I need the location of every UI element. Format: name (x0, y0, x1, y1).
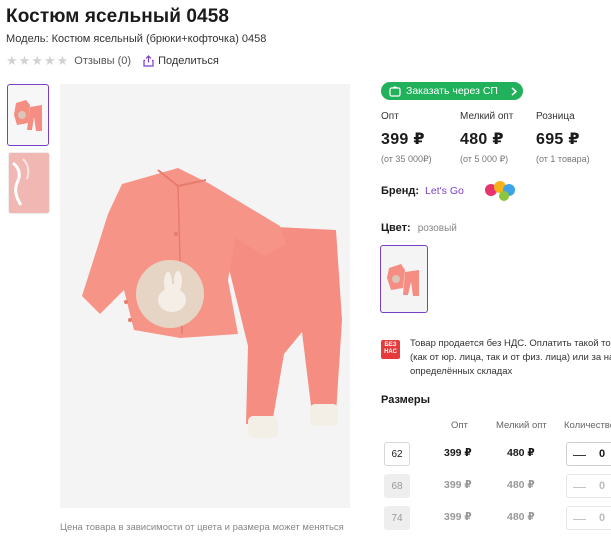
price-retail: Розница 695 ₽ (от 1 товара) (536, 111, 590, 164)
price-condition: (от 1 товара) (536, 154, 590, 164)
row-price-small-opt: 480 ₽ (507, 511, 535, 523)
quantity-value[interactable]: 0 (599, 512, 605, 524)
price-value: 399 ₽ (381, 131, 425, 148)
sizes-title: Размеры (381, 394, 431, 406)
quantity-value[interactable]: 0 (599, 480, 605, 492)
quantity-stepper[interactable]: — 0 (566, 442, 611, 466)
table-row: 62 399 ₽ 480 ₽ — 0 (384, 442, 611, 466)
color-value: розовый (417, 223, 457, 234)
size-button[interactable]: 62 (384, 442, 410, 466)
table-row: 74 399 ₽ 480 ₽ — 0 (384, 506, 611, 530)
quantity-value[interactable]: 0 (599, 448, 605, 460)
column-header-qty: Количество (564, 420, 611, 431)
color-label: Цвет: (381, 222, 411, 234)
price-small-wholesale: Мелкий опт 480 ₽ (от 5 000 ₽) (460, 111, 513, 165)
page-title: Костюм ясельный 0458 (6, 6, 230, 27)
minus-button[interactable]: — (573, 447, 595, 462)
cart-icon (389, 85, 401, 97)
share-button[interactable]: Поделиться (143, 55, 219, 67)
column-header-opt: Опт (451, 420, 468, 431)
row-price-small-opt: 480 ₽ (507, 479, 535, 491)
model-text: Модель: Костюм ясельный (брюки+кофточка)… (6, 33, 267, 45)
share-icon (143, 54, 154, 67)
star-icon: ★ (56, 53, 69, 68)
brand-label: Бренд: (381, 185, 420, 197)
row-price-opt: 399 ₽ (444, 511, 472, 523)
vat-notice: Товар продается без НДС. Оплатить такой … (410, 337, 611, 379)
vat-line: определённых складах (410, 366, 513, 377)
no-vat-badge-icon: БЕЗ НАС (381, 340, 400, 359)
brand-logo[interactable] (484, 180, 520, 202)
star-icon: ★ (43, 53, 56, 68)
vat-line: (как от юр. лица, так и от физ. лица) ил… (410, 352, 611, 363)
star-icon: ★ (31, 53, 43, 68)
price-value: 480 ₽ (460, 131, 504, 148)
column-header-small-opt: Мелкий опт (496, 420, 547, 431)
price-condition: (от 5 000 ₽) (460, 154, 509, 164)
minus-button[interactable]: — (573, 511, 595, 526)
table-row: 68 399 ₽ 480 ₽ — 0 (384, 474, 611, 498)
price-wholesale: Опт 399 ₽ (от 35 000₽) (381, 111, 432, 165)
minus-button[interactable]: — (573, 479, 595, 494)
brand-link[interactable]: Let's Go (425, 185, 464, 197)
row-price-opt: 399 ₽ (444, 447, 472, 459)
color-row: Цвет: розовый (381, 222, 457, 234)
price-note: Цена товара в зависимости от цвета и раз… (60, 522, 344, 533)
vat-line: Товар продается без НДС. Оплатить такой … (410, 338, 611, 349)
chevron-right-icon (511, 86, 517, 96)
order-via-sp-button[interactable]: Заказать через СП (381, 82, 523, 100)
price-condition: (от 35 000₽) (381, 154, 432, 164)
size-button[interactable]: 68 (384, 474, 410, 498)
rating-bar: ★ ★ ★ ★ ★ Отзывы (0) Поделиться (6, 54, 219, 67)
price-label: Опт (381, 111, 399, 122)
share-label: Поделиться (158, 54, 219, 67)
row-price-small-opt: 480 ₽ (507, 447, 535, 459)
fabric-detail-image (9, 153, 49, 213)
star-icon: ★ (6, 53, 18, 68)
row-price-opt: 399 ₽ (444, 479, 472, 491)
size-button[interactable]: 74 (384, 506, 410, 530)
suit-thumbnail-image (14, 100, 42, 131)
price-label: Розница (536, 111, 575, 122)
thumbnail-2[interactable] (8, 152, 50, 214)
color-swatch-pink[interactable] (380, 245, 428, 313)
brand-row: Бренд: Let's Go (381, 180, 520, 202)
rating-stars: ★ ★ ★ ★ ★ (6, 54, 68, 67)
star-icon: ★ (18, 53, 31, 68)
quantity-stepper[interactable]: — 0 (566, 474, 611, 498)
baby-suit-image (82, 168, 342, 438)
swatch-image (387, 264, 419, 296)
thumbnail-1[interactable] (7, 84, 49, 146)
main-product-image[interactable] (60, 84, 350, 508)
price-label: Мелкий опт (460, 111, 514, 122)
quantity-stepper[interactable]: — 0 (566, 506, 611, 530)
order-button-label: Заказать через СП (406, 85, 498, 97)
reviews-link[interactable]: Отзывы (0) (74, 55, 131, 67)
price-value: 695 ₽ (536, 131, 580, 148)
